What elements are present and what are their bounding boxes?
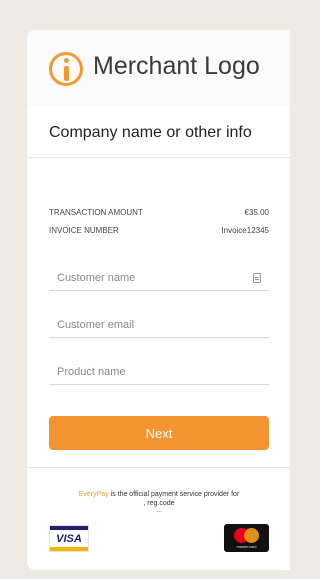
info-icon: [49, 52, 83, 86]
contact-card-icon[interactable]: [253, 273, 261, 283]
everypay-link[interactable]: EveryPay: [79, 491, 109, 498]
payment-card: Merchant Logo Company name or other info…: [27, 30, 290, 570]
merchant-logo-text: Merchant Logo: [93, 52, 260, 80]
customer-name-input[interactable]: [57, 272, 247, 284]
customer-email-field: [49, 315, 269, 338]
provider-ellipsis: ...: [156, 507, 162, 514]
product-name-input[interactable]: [57, 366, 247, 378]
mastercard-text: mastercard: [236, 544, 257, 549]
product-name-field: [49, 362, 269, 385]
invoice-number-row: INVOICE NUMBER Invoice12345: [49, 226, 269, 235]
merchant-logo: Merchant Logo: [27, 30, 290, 106]
next-button[interactable]: Next: [49, 416, 269, 450]
company-info: Company name or other info: [49, 124, 252, 141]
customer-name-field: [49, 268, 269, 291]
visa-text: VISA: [56, 533, 82, 545]
invoice-number-label: INVOICE NUMBER: [49, 226, 119, 235]
provider-reg-code: , reg.code: [143, 500, 175, 507]
invoice-number-value: Invoice12345: [221, 226, 269, 235]
visa-logo: VISA: [49, 525, 89, 552]
divider: [27, 157, 290, 158]
divider: [27, 467, 290, 468]
provider-text: is the official payment service provider…: [108, 491, 240, 498]
provider-notice: EveryPay is the official payment service…: [49, 490, 269, 499]
transaction-amount-row: TRANSACTION AMOUNT €35.00: [49, 208, 269, 217]
customer-email-input[interactable]: [57, 319, 247, 331]
transaction-amount-label: TRANSACTION AMOUNT: [49, 208, 143, 217]
transaction-amount-value: €35.00: [244, 208, 269, 217]
mastercard-logo: mastercard: [224, 524, 269, 552]
